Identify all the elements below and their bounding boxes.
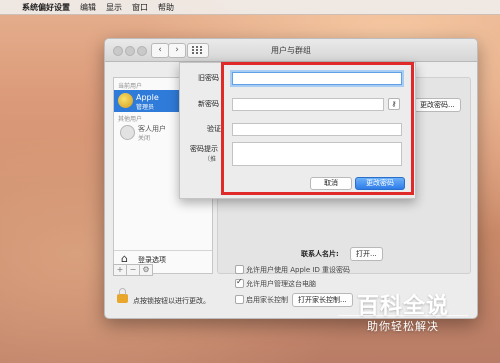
gear-icon[interactable]: ⚙ [139,264,153,276]
avatar [118,93,133,108]
watermark: 百科全说 助你轻松解决 [338,288,468,338]
allow-admin-label: 允许用户管理这台电脑 [246,280,316,288]
watermark-divider [338,315,468,316]
new-password-label: 新密码 [198,100,219,108]
guest-status: 关闭 [138,135,151,142]
title-bar: ‹ › 用户与群组 [105,39,477,62]
menu-window[interactable]: 窗口 [132,2,148,13]
user-role: 管理员 [136,104,155,111]
menu-view[interactable]: 显示 [106,2,122,13]
remove-user-button[interactable]: − [126,264,140,276]
verify-label: 验证 [207,125,221,133]
user-name: Apple [136,93,159,102]
contact-card-label: 联系人名片: [301,250,339,258]
old-password-label: 旧密码 [198,74,219,82]
lock-text: 点按锁按钮以进行更改。 [133,297,210,305]
menu-bar: 系统偏好设置 编辑 显示 窗口 帮助 [0,0,500,15]
sidebar-toolbar: + − ⚙ [113,264,153,276]
allow-admin-checkbox[interactable] [235,277,244,288]
add-user-button[interactable]: + [113,264,127,276]
reset-with-apple-id-label: 允许用户使用 Apple ID 重设密码 [246,266,351,274]
menu-edit[interactable]: 编辑 [80,2,96,13]
reset-with-apple-id-checkbox[interactable] [235,265,244,274]
guest-avatar [120,125,135,140]
current-users-header: 当前用户 [118,83,143,90]
parental-controls-checkbox[interactable] [235,295,244,304]
menu-help[interactable]: 帮助 [158,2,174,13]
open-contact-button[interactable]: 打开... [350,247,383,261]
hint-sub-label: （推 [204,156,217,163]
lock-icon[interactable] [117,288,128,303]
window-title: 用户与群组 [271,46,311,55]
highlight-box [221,62,414,195]
parental-controls-label: 启用家长控制 [246,296,288,304]
change-password-button[interactable]: 更改密码... [414,98,461,112]
hint-label: 密码提示 [190,145,218,153]
menu-system-preferences[interactable]: 系统偏好设置 [22,2,70,13]
watermark-subtitle: 助你轻松解决 [367,320,439,333]
